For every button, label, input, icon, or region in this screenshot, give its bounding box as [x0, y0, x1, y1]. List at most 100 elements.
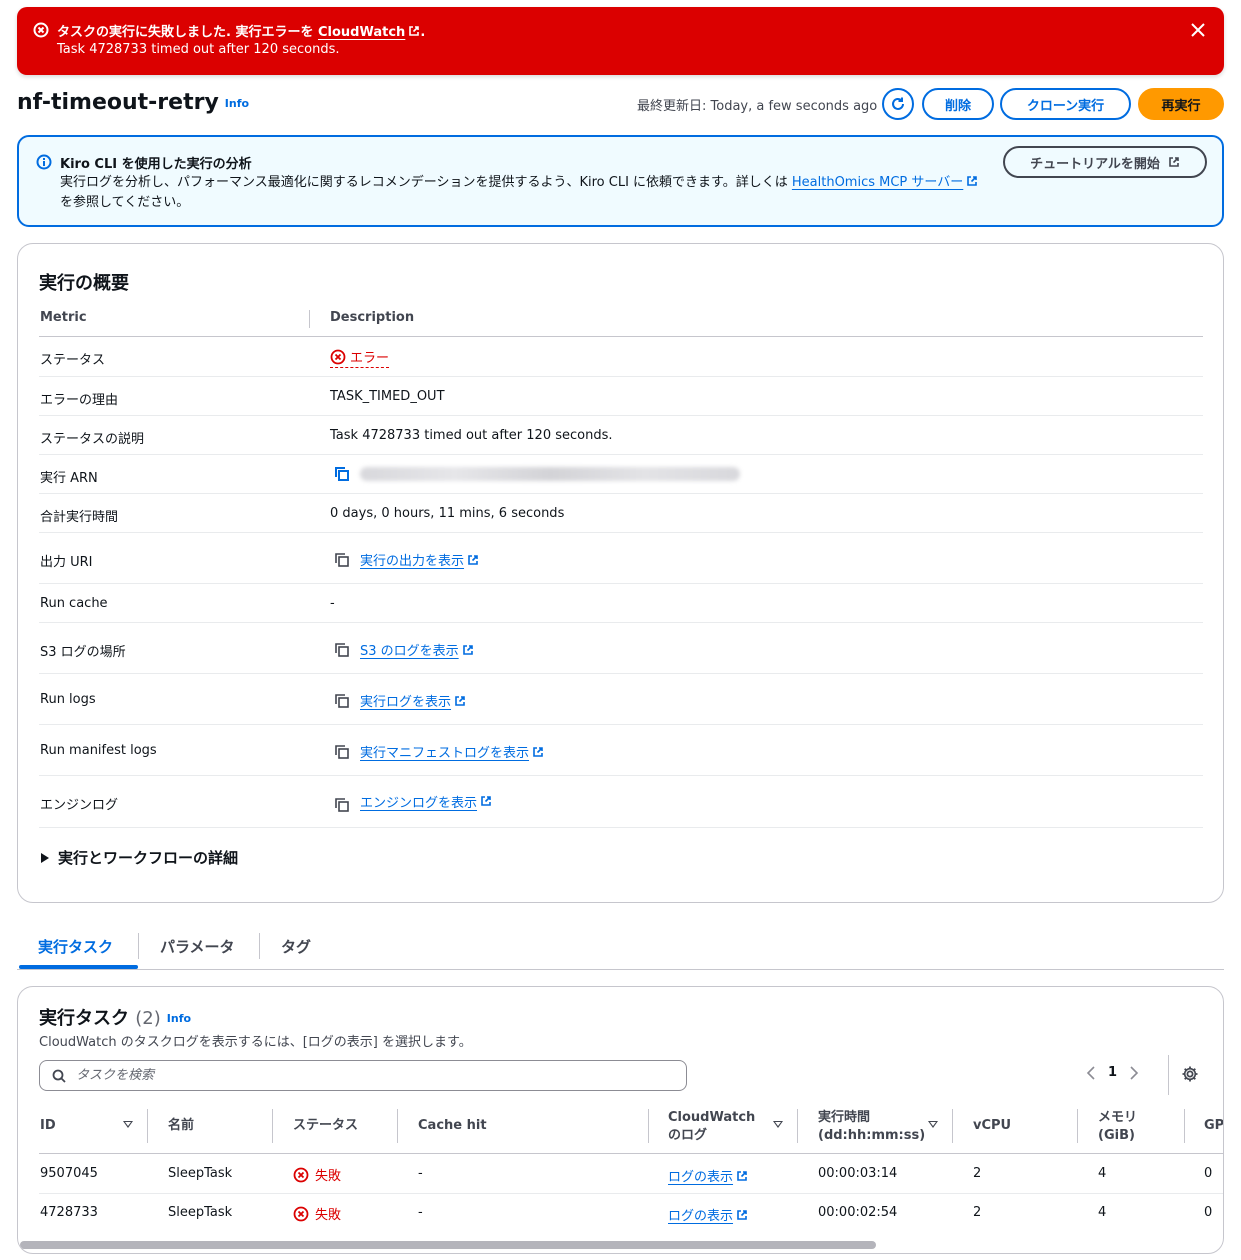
error-icon — [330, 349, 346, 364]
chevron-right-icon[interactable] — [1129, 1065, 1139, 1080]
view-logs-link[interactable]: ログの表示 — [668, 1166, 733, 1185]
gear-icon[interactable] — [1181, 1065, 1199, 1083]
col-cloudwatch-line2: のログ — [668, 1128, 708, 1143]
tab-run-tasks[interactable]: 実行タスク — [38, 936, 113, 957]
col-cloudwatch-line1: CloudWatch — [668, 1110, 756, 1125]
col-metric: Metric — [40, 310, 87, 325]
redacted-arn — [360, 467, 740, 481]
page-title-text: nf-timeout-retry — [17, 90, 219, 115]
copy-icon[interactable] — [334, 797, 350, 813]
info-icon — [36, 154, 52, 170]
clone-button[interactable]: クローン実行 — [1000, 88, 1131, 120]
start-tutorial-label: チュートリアルを開始 — [1030, 156, 1160, 172]
status-badge[interactable]: エラー — [330, 347, 390, 368]
row-s3-logs: S3 ログの場所 S3 のログを表示 — [39, 623, 1203, 674]
tab-divider — [138, 933, 139, 959]
s3-logs-link[interactable]: S3 のログを表示 — [360, 640, 459, 659]
rerun-button[interactable]: 再実行 — [1138, 88, 1224, 120]
start-tutorial-button[interactable]: チュートリアルを開始 — [1003, 146, 1207, 178]
task-id: 9507045 — [40, 1166, 98, 1181]
external-link-icon — [468, 554, 478, 565]
view-logs-link[interactable]: ログの表示 — [668, 1205, 733, 1224]
task-run-time: 00:00:03:14 — [818, 1166, 898, 1181]
status-desc-key: ステータスの説明 — [40, 432, 145, 447]
column-divider — [147, 1109, 148, 1143]
col-gpu[interactable]: GP — [1204, 1117, 1223, 1135]
copy-icon[interactable] — [334, 466, 350, 482]
tab-list: 実行タスク パラメータ タグ — [17, 928, 1224, 970]
col-description: Description — [330, 310, 415, 325]
chevron-left-icon[interactable] — [1086, 1065, 1096, 1080]
run-logs-link[interactable]: 実行ログを表示 — [360, 691, 451, 710]
error-message-suffix: . — [420, 25, 426, 40]
row-engine-logs: エンジンログ エンジンログを表示 — [39, 776, 1203, 828]
arn-key: 実行 ARN — [40, 471, 98, 486]
manifest-logs-link[interactable]: 実行マニフェストログを表示 — [360, 742, 529, 761]
close-icon[interactable] — [1190, 22, 1206, 38]
healthomics-mcp-link[interactable]: HealthOmics MCP サーバー — [792, 175, 963, 190]
copy-icon[interactable] — [334, 552, 350, 568]
external-link-icon — [533, 746, 543, 757]
task-status-text: 失敗 — [315, 1169, 342, 1184]
external-link-icon — [455, 695, 465, 706]
duration-value: 0 days, 0 hours, 11 mins, 6 seconds — [330, 506, 565, 521]
task-search[interactable] — [39, 1060, 687, 1091]
tab-parameters[interactable]: パラメータ — [160, 936, 235, 957]
col-id[interactable]: ID — [40, 1117, 56, 1135]
output-link[interactable]: 実行の出力を表示 — [360, 550, 464, 569]
task-gpu: 0 — [1204, 1166, 1213, 1181]
delete-button[interactable]: 削除 — [922, 88, 994, 120]
horizontal-scrollbar[interactable] — [20, 1241, 876, 1249]
row-arn: 実行 ARN — [39, 455, 1203, 494]
col-status[interactable]: ステータス — [293, 1117, 358, 1135]
cache-value: - — [330, 596, 335, 611]
col-cache-hit[interactable]: Cache hit — [418, 1117, 487, 1135]
col-run-time[interactable]: 実行時間 (dd:hh:mm:ss) — [818, 1109, 925, 1145]
status-value: エラー — [350, 351, 390, 366]
duration-key: 合計実行時間 — [40, 510, 119, 525]
col-memory-line1: メモリ — [1098, 1110, 1138, 1125]
info-link[interactable]: Info — [225, 97, 249, 110]
alert-title: Kiro CLI を使用した実行の分析 — [60, 157, 252, 172]
tab-tags[interactable]: タグ — [281, 936, 311, 957]
col-run-time-line1: 実行時間 — [818, 1110, 871, 1125]
copy-icon[interactable] — [334, 693, 350, 709]
pagination: 1 — [1086, 1065, 1139, 1080]
column-divider — [797, 1109, 798, 1143]
col-vcpu[interactable]: vCPU — [973, 1117, 1011, 1135]
reason-value: TASK_TIMED_OUT — [330, 389, 445, 404]
refresh-button[interactable] — [882, 88, 914, 120]
task-gpu: 0 — [1204, 1205, 1213, 1220]
s3-key: S3 ログの場所 — [40, 645, 126, 660]
row-run-cache: Run cache - — [39, 584, 1203, 623]
page-number[interactable]: 1 — [1108, 1065, 1117, 1080]
copy-icon[interactable] — [334, 744, 350, 760]
task-status: 失敗 — [293, 1204, 341, 1223]
col-memory[interactable]: メモリ (GiB) — [1098, 1109, 1137, 1145]
error-icon — [33, 22, 49, 38]
col-cloudwatch-logs[interactable]: CloudWatch のログ — [668, 1109, 755, 1145]
sort-down-icon[interactable] — [928, 1121, 938, 1128]
search-input[interactable] — [76, 1068, 636, 1083]
sort-down-icon[interactable] — [123, 1121, 133, 1128]
task-cache: - — [418, 1205, 423, 1220]
task-vcpu: 2 — [973, 1205, 982, 1220]
run-workflow-details-expander[interactable]: 実行とワークフローの詳細 — [41, 847, 238, 868]
copy-icon[interactable] — [334, 642, 350, 658]
sort-down-icon[interactable] — [773, 1121, 783, 1128]
col-name[interactable]: 名前 — [168, 1117, 194, 1135]
summary-header-row: Metric Description — [39, 306, 1203, 337]
pager-divider — [1168, 1055, 1169, 1095]
row-duration: 合計実行時間 0 days, 0 hours, 11 mins, 6 secon… — [39, 494, 1203, 533]
alert-body-suffix: を参照してください。 — [60, 195, 190, 210]
error-icon — [293, 1206, 309, 1221]
cloudwatch-link[interactable]: CloudWatch — [318, 25, 405, 40]
engine-logs-link[interactable]: エンジンログを表示 — [360, 792, 477, 811]
column-divider — [648, 1109, 649, 1143]
search-icon — [52, 1069, 66, 1083]
task-cache: - — [418, 1166, 423, 1181]
engine-key: エンジンログ — [40, 798, 119, 813]
tasks-info-link[interactable]: Info — [167, 1012, 191, 1025]
error-message: タスクの実行に失敗しました. 実行エラーを CloudWatch. — [57, 21, 425, 40]
table-header-divider — [39, 1153, 1223, 1154]
